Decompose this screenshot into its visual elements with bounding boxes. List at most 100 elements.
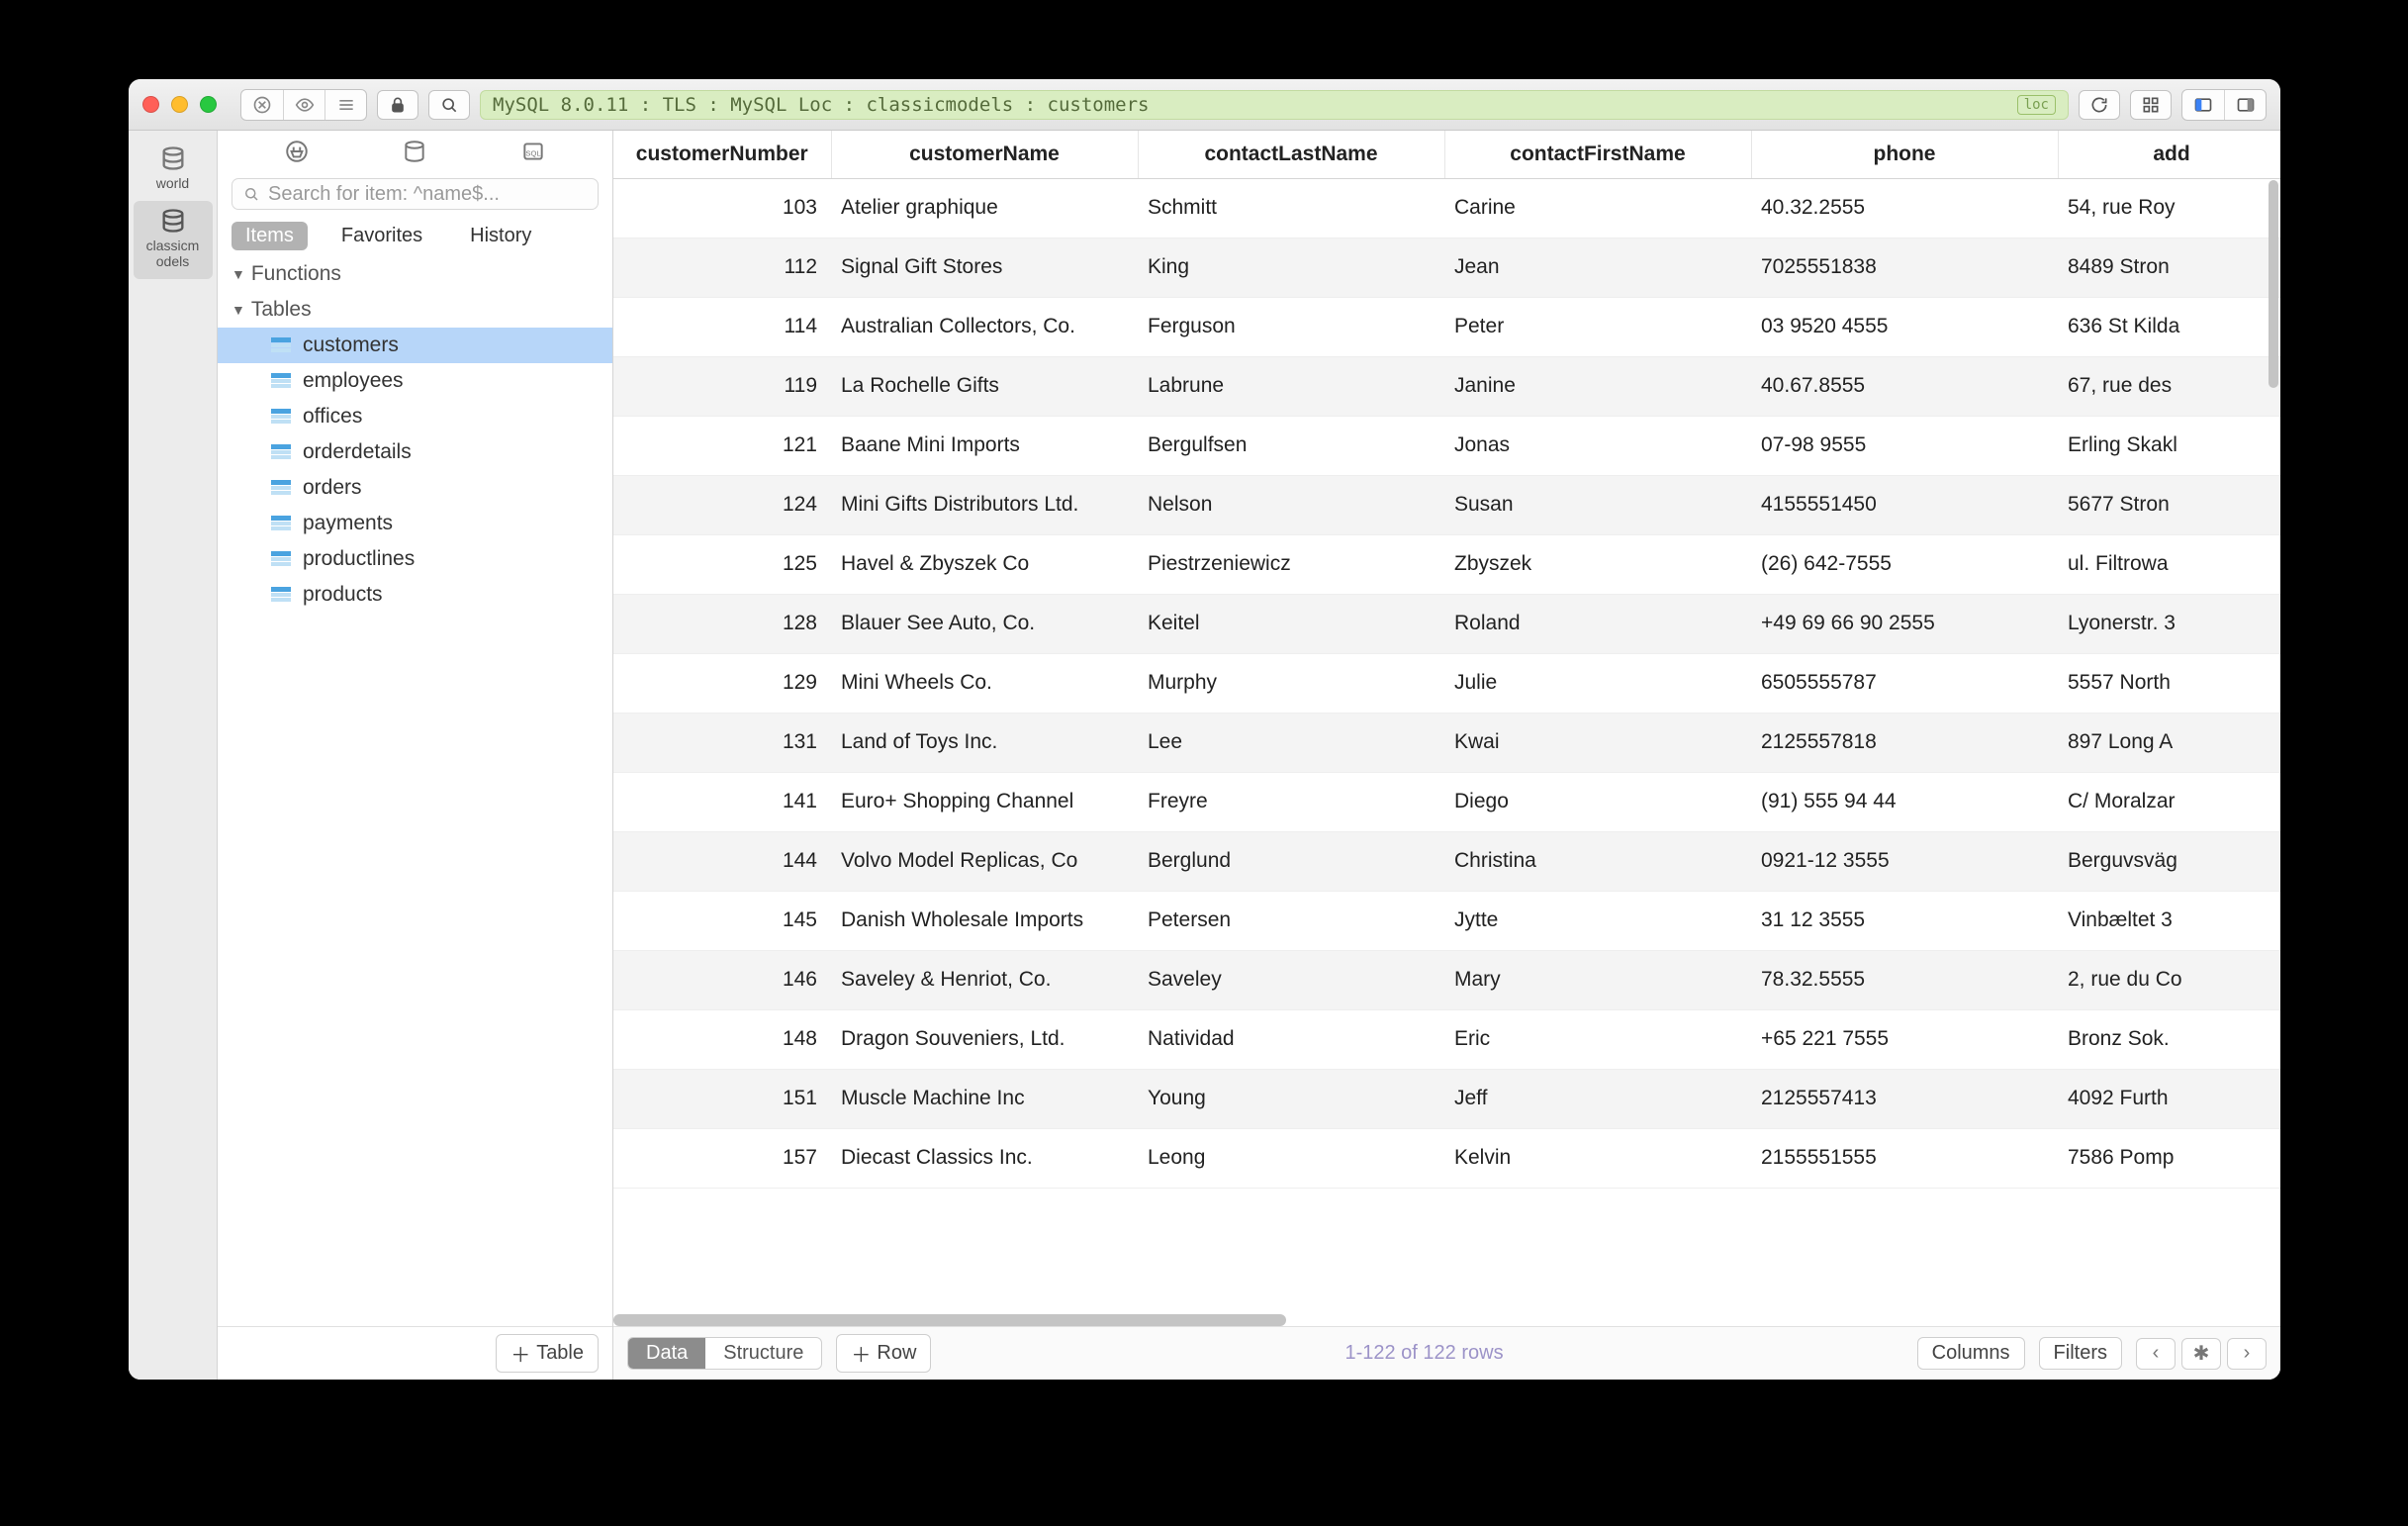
cell[interactable]: Jonas <box>1444 416 1751 475</box>
cell[interactable]: Land of Toys Inc. <box>831 713 1138 772</box>
tab-history[interactable]: History <box>456 222 545 250</box>
cell[interactable]: 128 <box>613 594 831 653</box>
cell[interactable]: 4155551450 <box>1751 475 2058 534</box>
cell[interactable]: Nelson <box>1138 475 1444 534</box>
table-row[interactable]: 125Havel & Zbyszek CoPiestrzeniewiczZbys… <box>613 534 2280 594</box>
cell[interactable]: Jytte <box>1444 891 1751 950</box>
column-header[interactable]: contactFirstName <box>1444 131 1751 178</box>
cell[interactable]: 146 <box>613 950 831 1009</box>
database-icon[interactable] <box>402 139 427 167</box>
table-row[interactable]: 146Saveley & Henriot, Co.SaveleyMary78.3… <box>613 950 2280 1009</box>
cell[interactable]: Schmitt <box>1138 178 1444 238</box>
cell[interactable]: King <box>1138 238 1444 297</box>
cell[interactable]: Vinbæltet 3 <box>2058 891 2280 950</box>
cell[interactable]: 78.32.5555 <box>1751 950 2058 1009</box>
table-item-products[interactable]: products <box>218 577 612 613</box>
cell[interactable]: Leong <box>1138 1128 1444 1188</box>
sidebar-search[interactable]: Search for item: ^name$... <box>232 178 599 210</box>
seg-structure[interactable]: Structure <box>705 1338 821 1369</box>
cell[interactable]: Zbyszek <box>1444 534 1751 594</box>
cell[interactable]: 636 St Kilda <box>2058 297 2280 356</box>
cell[interactable]: 125 <box>613 534 831 594</box>
sql-icon[interactable]: SQL <box>520 139 546 167</box>
cell[interactable]: Bergulfsen <box>1138 416 1444 475</box>
seg-data[interactable]: Data <box>628 1338 705 1369</box>
plug-icon[interactable] <box>284 139 310 167</box>
cell[interactable]: (26) 642-7555 <box>1751 534 2058 594</box>
cell[interactable]: Blauer See Auto, Co. <box>831 594 1138 653</box>
add-table-button[interactable]: ＋Table <box>496 1334 599 1373</box>
cell[interactable]: Petersen <box>1138 891 1444 950</box>
cell[interactable]: 2125557413 <box>1751 1069 2058 1128</box>
cell[interactable]: Julie <box>1444 653 1751 713</box>
table-row[interactable]: 145Danish Wholesale ImportsPetersenJytte… <box>613 891 2280 950</box>
cell[interactable]: Eric <box>1444 1009 1751 1069</box>
cell[interactable]: 144 <box>613 831 831 891</box>
column-header[interactable]: phone <box>1751 131 2058 178</box>
cell[interactable]: Peter <box>1444 297 1751 356</box>
cell[interactable]: Ferguson <box>1138 297 1444 356</box>
cell[interactable]: 7025551838 <box>1751 238 2058 297</box>
table-item-payments[interactable]: payments <box>218 506 612 541</box>
cell[interactable]: 31 12 3555 <box>1751 891 2058 950</box>
table-row[interactable]: 151Muscle Machine IncYoungJeff2125557413… <box>613 1069 2280 1128</box>
cell[interactable]: Havel & Zbyszek Co <box>831 534 1138 594</box>
cell[interactable]: (91) 555 94 44 <box>1751 772 2058 831</box>
cell[interactable]: Freyre <box>1138 772 1444 831</box>
cell[interactable]: 54, rue Roy <box>2058 178 2280 238</box>
cell[interactable]: 8489 Stron <box>2058 238 2280 297</box>
cell[interactable]: Labrune <box>1138 356 1444 416</box>
cell[interactable]: 145 <box>613 891 831 950</box>
eye-icon[interactable] <box>283 90 324 120</box>
cell[interactable]: Atelier graphique <box>831 178 1138 238</box>
cell[interactable]: Danish Wholesale Imports <box>831 891 1138 950</box>
cell[interactable]: 112 <box>613 238 831 297</box>
cell[interactable]: La Rochelle Gifts <box>831 356 1138 416</box>
cell[interactable]: Murphy <box>1138 653 1444 713</box>
cell[interactable]: Natividad <box>1138 1009 1444 1069</box>
cell[interactable]: +49 69 66 90 2555 <box>1751 594 2058 653</box>
table-row[interactable]: 129Mini Wheels Co.MurphyJulie65055557875… <box>613 653 2280 713</box>
minimize-window-button[interactable] <box>171 96 188 113</box>
vertical-scrollbar[interactable] <box>2269 180 2278 388</box>
cell[interactable]: Susan <box>1444 475 1751 534</box>
cell[interactable]: Erling Skakl <box>2058 416 2280 475</box>
cell[interactable]: Young <box>1138 1069 1444 1128</box>
cell[interactable]: Berglund <box>1138 831 1444 891</box>
cell[interactable]: Lyonerstr. 3 <box>2058 594 2280 653</box>
table-item-orderdetails[interactable]: orderdetails <box>218 434 612 470</box>
cell[interactable]: Saveley & Henriot, Co. <box>831 950 1138 1009</box>
left-panel-toggle[interactable] <box>2182 90 2224 120</box>
table-row[interactable]: 124Mini Gifts Distributors Ltd.NelsonSus… <box>613 475 2280 534</box>
cell[interactable]: Roland <box>1444 594 1751 653</box>
column-header[interactable]: customerName <box>831 131 1138 178</box>
cell[interactable]: Saveley <box>1138 950 1444 1009</box>
cell[interactable]: Euro+ Shopping Channel <box>831 772 1138 831</box>
filters-button[interactable]: Filters <box>2039 1337 2122 1370</box>
grid-icon[interactable] <box>2130 90 2172 120</box>
table-item-employees[interactable]: employees <box>218 363 612 399</box>
cell[interactable]: 157 <box>613 1128 831 1188</box>
column-header[interactable]: customerNumber <box>613 131 831 178</box>
cell[interactable]: Berguvsväg <box>2058 831 2280 891</box>
cell[interactable]: 40.67.8555 <box>1751 356 2058 416</box>
cell[interactable]: Kwai <box>1444 713 1751 772</box>
cell[interactable]: Dragon Souveniers, Ltd. <box>831 1009 1138 1069</box>
stop-button[interactable] <box>241 90 283 120</box>
cell[interactable]: 129 <box>613 653 831 713</box>
horizontal-scrollbar[interactable] <box>613 1314 1286 1326</box>
cell[interactable]: 897 Long A <box>2058 713 2280 772</box>
table-item-offices[interactable]: offices <box>218 399 612 434</box>
grid-scroll[interactable]: customerNumbercustomerNamecontactLastNam… <box>613 131 2280 1326</box>
cell[interactable]: Keitel <box>1138 594 1444 653</box>
table-item-customers[interactable]: customers <box>218 328 612 363</box>
table-row[interactable]: 121Baane Mini ImportsBergulfsenJonas07-9… <box>613 416 2280 475</box>
table-row[interactable]: 119La Rochelle GiftsLabruneJanine40.67.8… <box>613 356 2280 416</box>
cell[interactable]: 121 <box>613 416 831 475</box>
cell[interactable]: Diecast Classics Inc. <box>831 1128 1138 1188</box>
cell[interactable]: Christina <box>1444 831 1751 891</box>
cell[interactable]: 148 <box>613 1009 831 1069</box>
cell[interactable]: Jeff <box>1444 1069 1751 1128</box>
table-item-orders[interactable]: orders <box>218 470 612 506</box>
db-tab-world[interactable]: world <box>134 139 213 201</box>
